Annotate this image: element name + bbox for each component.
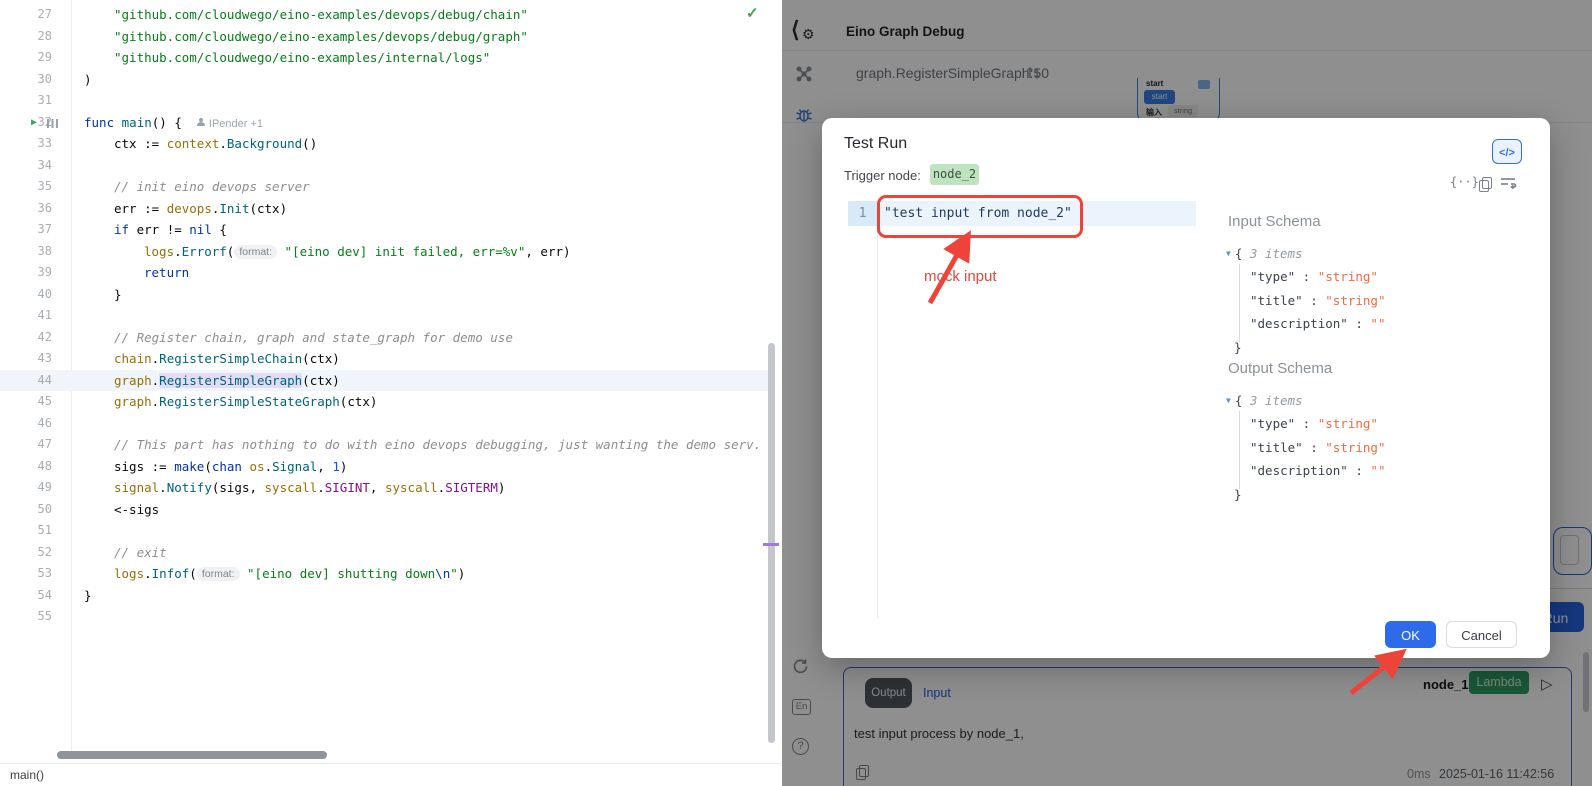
code-view-toggle-icon[interactable]: </> — [1492, 139, 1522, 164]
line-number: 31 — [0, 90, 52, 112]
line-number: 55 — [0, 606, 52, 628]
status-bar: main() — [0, 763, 782, 786]
schema-tree-line — [1239, 411, 1240, 489]
code-line: 43chain.RegisterSimpleChain(ctx) — [0, 348, 768, 370]
schema-entry: ▼{ 3 items — [1226, 246, 1303, 261]
line-number: 41 — [0, 305, 52, 327]
collapse-braces-icon[interactable]: {··} — [1450, 175, 1479, 189]
code-line: 30) — [0, 69, 768, 91]
copy-icon[interactable] — [1479, 177, 1490, 190]
line-number: 36 — [0, 198, 52, 220]
edit-marker — [763, 543, 779, 546]
line-number: 33 — [0, 133, 52, 155]
schema-entry: ▼{ 3 items — [1226, 393, 1303, 408]
modal-title: Test Run — [844, 135, 907, 153]
line-number: 40 — [0, 284, 52, 306]
code-line: 37if err != nil { — [0, 219, 768, 241]
schema-entry: "type" : "string" — [1226, 269, 1378, 284]
wrap-lines-icon[interactable] — [1500, 176, 1517, 190]
line-number: 43 — [0, 348, 52, 370]
code-line: 54} — [0, 585, 768, 607]
line-number: 52 — [0, 542, 52, 564]
schema-entry: "title" : "string" — [1226, 293, 1385, 308]
code-line: 49signal.Notify(sigs, syscall.SIGINT, sy… — [0, 477, 768, 499]
chevron-down-icon[interactable]: ▼ — [1226, 249, 1231, 258]
ok-button[interactable]: OK — [1385, 621, 1436, 648]
play-icon[interactable]: ▶ — [31, 112, 37, 133]
trigger-node-badge: node_2 — [930, 164, 979, 185]
schema-heading: Output Schema — [1228, 360, 1332, 377]
code-line: 40} — [0, 284, 768, 306]
line-number: 49 — [0, 477, 52, 499]
line-number: 39 — [0, 262, 52, 284]
code-line: 38logs.Errorf(format: "[eino dev] init f… — [0, 241, 768, 263]
code-line: 55 — [0, 606, 768, 628]
line-number: 53 — [0, 563, 52, 585]
line-number: 34 — [0, 155, 52, 177]
chevron-down-icon[interactable]: ▼ — [1226, 396, 1231, 405]
code-line: 47// This part has nothing to do with ei… — [0, 434, 768, 456]
code-line: 27"github.com/cloudwego/eino-examples/de… — [0, 4, 768, 26]
line-number: 44 — [0, 370, 52, 392]
code-line: 35// init eino devops server — [0, 176, 768, 198]
inspection-ok-icon[interactable]: ✓ — [746, 4, 759, 22]
line-number: 27 — [0, 4, 52, 26]
code-line: 36err := devops.Init(ctx) — [0, 198, 768, 220]
profile-run-icon[interactable] — [47, 119, 58, 128]
line-number: 48 — [0, 456, 52, 478]
line-number: 54 — [0, 585, 52, 607]
trigger-node-label: Trigger node: — [844, 168, 921, 183]
code-line: 29"github.com/cloudwego/eino-examples/in… — [0, 47, 768, 69]
line-number: 28 — [0, 26, 52, 48]
run-main-icon[interactable]: ▶ — [31, 112, 69, 133]
code-line: 53logs.Infof(format: "[eino dev] shuttin… — [0, 563, 768, 585]
breadcrumb[interactable]: main() — [10, 768, 44, 782]
code-line: 34 — [0, 155, 768, 177]
annotation-label: mock input — [924, 268, 997, 285]
annotation-highlight-box — [877, 195, 1083, 238]
schema-entry: "description" : "" — [1226, 463, 1385, 478]
code-editor[interactable]: 27"github.com/cloudwego/eino-examples/de… — [0, 0, 782, 786]
code-line: 45graph.RegisterSimpleStateGraph(ctx) — [0, 391, 768, 413]
editor-horizontal-scrollbar[interactable] — [57, 751, 327, 759]
code-line: 39return — [0, 262, 768, 284]
line-number: 37 — [0, 219, 52, 241]
line-number: 38 — [0, 241, 52, 263]
format-hint-chip: format: — [234, 245, 277, 259]
code-line: 31 — [0, 90, 768, 112]
line-number: 29 — [0, 47, 52, 69]
line-number: 35 — [0, 176, 52, 198]
person-icon — [197, 118, 206, 127]
modal-line-number: 1 — [848, 201, 877, 226]
line-number: 42 — [0, 327, 52, 349]
modal-gutter-separator — [877, 201, 878, 618]
code-line: 46 — [0, 413, 768, 435]
code-line: 52// exit — [0, 542, 768, 564]
line-number: 46 — [0, 413, 52, 435]
code-line: 48sigs := make(chan os.Signal, 1) — [0, 456, 768, 478]
code-line: 51 — [0, 520, 768, 542]
line-number: 30 — [0, 69, 52, 91]
line-number: 45 — [0, 391, 52, 413]
code-line: 50<-sigs — [0, 499, 768, 521]
schema-entry: "title" : "string" — [1226, 440, 1385, 455]
format-hint-chip: format: — [197, 567, 240, 581]
cancel-button[interactable]: Cancel — [1446, 621, 1517, 648]
schema-heading: Input Schema — [1228, 213, 1321, 230]
code-line: 42// Register chain, graph and state_gra… — [0, 327, 768, 349]
code-line: 33ctx := context.Background() — [0, 133, 768, 155]
line-number: 50 — [0, 499, 52, 521]
schema-tree-line — [1239, 264, 1240, 342]
author-hint[interactable]: IPender +1 — [197, 118, 263, 130]
code-line: 32▶func main() { IPender +1 — [0, 112, 768, 134]
code-line: 41 — [0, 305, 768, 327]
screen: 27"github.com/cloudwego/eino-examples/de… — [0, 0, 1592, 786]
schema-entry: "type" : "string" — [1226, 416, 1378, 431]
code-line: 28"github.com/cloudwego/eino-examples/de… — [0, 26, 768, 48]
schema-entry: "description" : "" — [1226, 316, 1385, 331]
line-number: 51 — [0, 520, 52, 542]
code-line: 44graph.RegisterSimpleGraph(ctx) — [0, 370, 768, 392]
line-number: 47 — [0, 434, 52, 456]
